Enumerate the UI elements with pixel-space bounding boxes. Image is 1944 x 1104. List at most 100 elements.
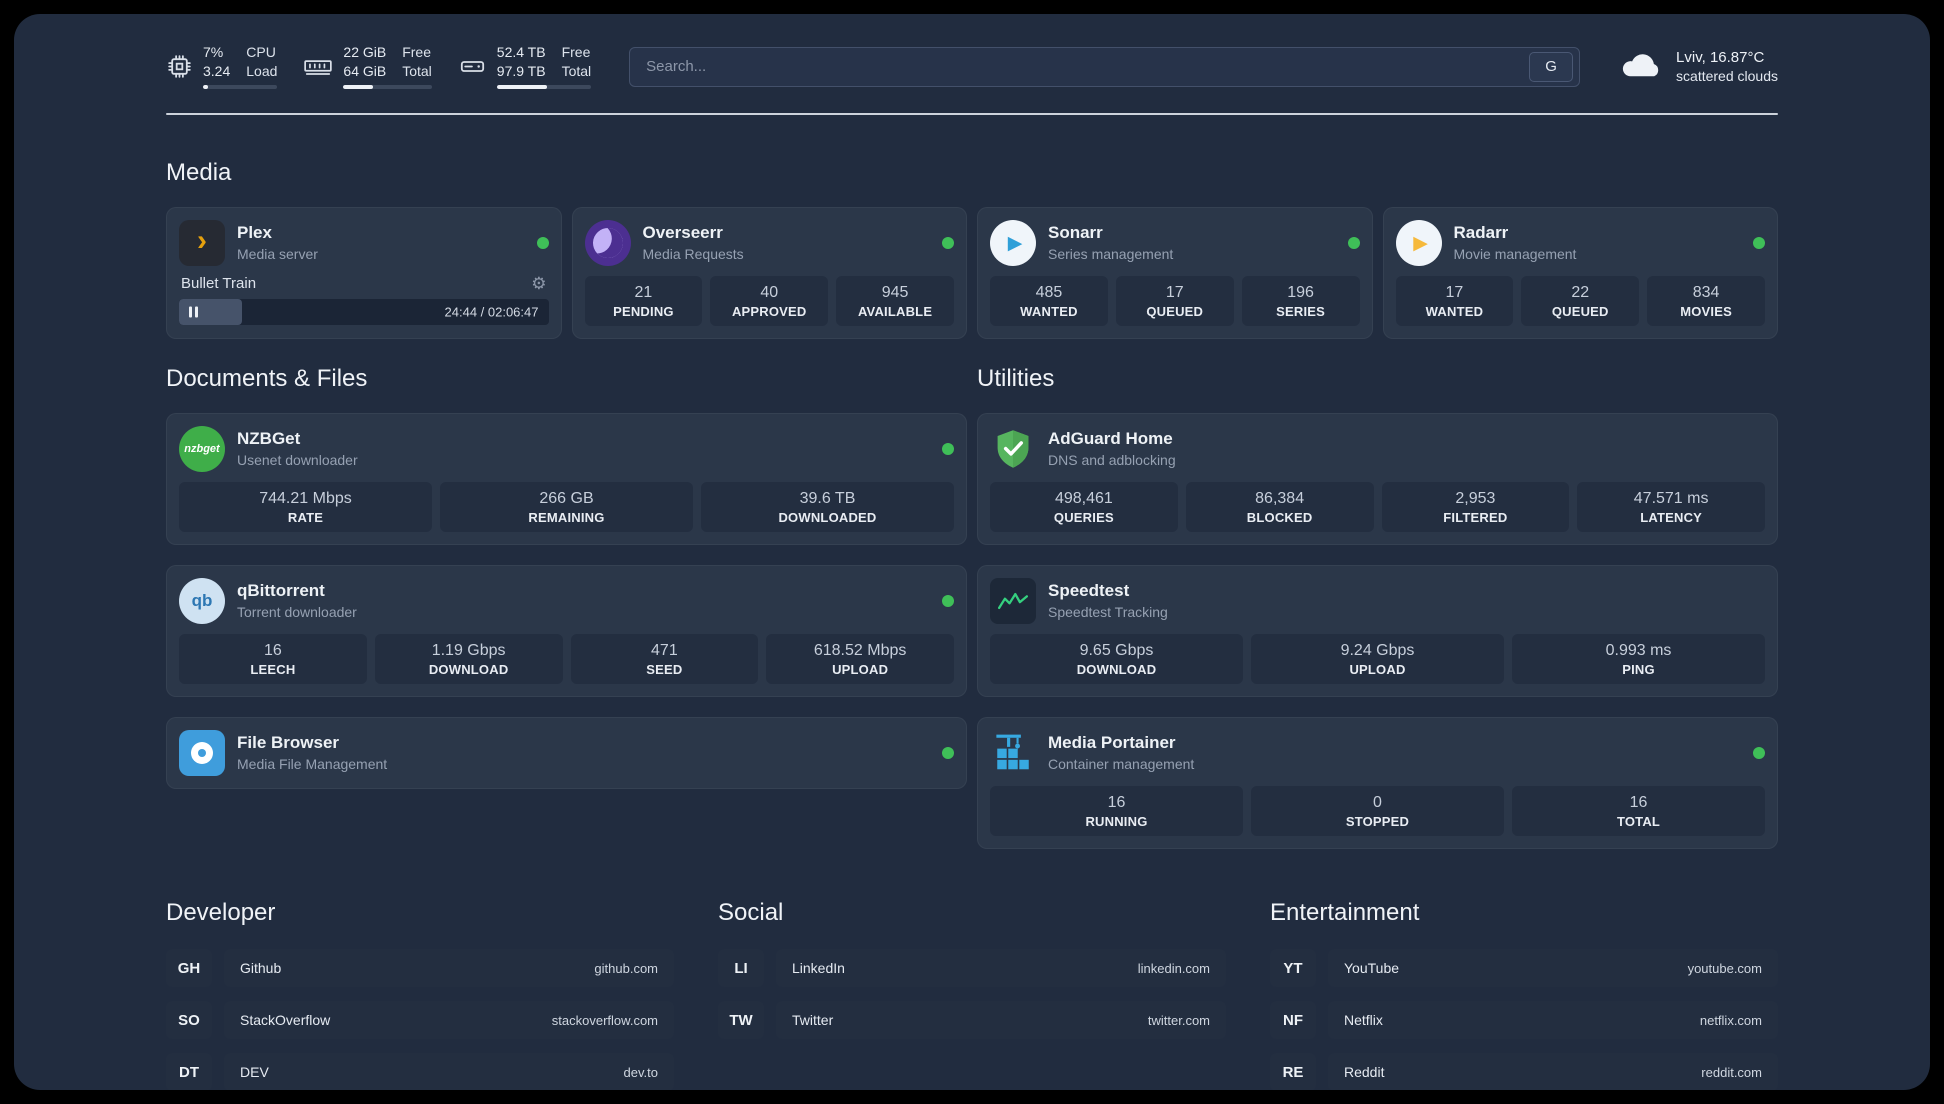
stat-tile: 0 STOPPED <box>1251 786 1504 836</box>
bookmark-url: reddit.com <box>1701 1064 1762 1080</box>
app-name: qBittorrent <box>237 581 325 601</box>
stat-label: PING <box>1622 662 1655 677</box>
utilities-section-title: Utilities <box>977 365 1055 392</box>
bookmark-youtube[interactable]: YT YouTube youtube.com <box>1270 949 1778 987</box>
linkedin-abbr-icon: LI <box>718 949 764 987</box>
stat-tile: 266 GB REMAINING <box>440 482 693 532</box>
ram-icon <box>303 53 333 80</box>
plex-card[interactable]: › Plex Media server Bullet Train ⚙ 24:44… <box>166 207 562 339</box>
speedtest-titles: Speedtest Speedtest Tracking <box>1048 581 1168 620</box>
nzbget-card[interactable]: nzbget NZBGet Usenet downloader 744.21 M… <box>166 413 967 545</box>
stat-value: 39.6 TB <box>799 490 856 507</box>
overseerr-header: Overseerr Media Requests <box>584 220 954 266</box>
youtube-abbr-icon: YT <box>1270 949 1316 987</box>
bookmark-strip: DEV dev.to <box>224 1053 674 1090</box>
portainer-crane-icon <box>990 730 1036 776</box>
stat-label: WANTED <box>1425 304 1484 319</box>
ram-total-label: Total <box>402 63 432 79</box>
stat-label: RATE <box>287 510 324 525</box>
entertainment-bookmarks: YT YouTube youtube.com NF Netflix netfli… <box>1270 949 1778 1090</box>
bookmark-name: Github <box>240 960 282 976</box>
disk-monitor: 52.4 TB 97.9 TB Free Total <box>458 44 592 89</box>
stat-tile: 744.21 Mbps RATE <box>179 482 432 532</box>
stat-value: 9.65 Gbps <box>1079 642 1154 659</box>
stat-value: 834 <box>1692 284 1720 301</box>
overseerr-card[interactable]: Overseerr Media Requests 21 PENDING 40 A… <box>571 207 967 339</box>
status-dot <box>942 747 954 759</box>
nzbget-stats: 744.21 Mbps RATE 266 GB REMAINING 39.6 T… <box>179 482 954 532</box>
media-section: Media › Plex Media server Bullet Train ⚙ <box>166 159 1778 339</box>
qbittorrent-card[interactable]: qb qBittorrent Torrent downloader 16 LEE… <box>166 565 967 697</box>
portainer-card[interactable]: Media Portainer Container management 16 … <box>977 717 1778 849</box>
app-name: Overseerr <box>642 223 723 243</box>
bookmark-url: github.com <box>594 960 658 976</box>
app-name: Radarr <box>1453 223 1509 243</box>
bookmark-twitter[interactable]: TW Twitter twitter.com <box>718 1001 1226 1039</box>
bookmark-strip: Twitter twitter.com <box>776 1001 1226 1039</box>
dev-abbr-icon: DT <box>166 1053 212 1090</box>
dashboard: 7% 3.24 CPU Load 22 GiB 64 GiB Free Tota… <box>14 14 1930 1090</box>
cpu-percent: 7% <box>203 44 224 60</box>
stat-tile: 9.65 Gbps DOWNLOAD <box>990 634 1243 684</box>
bookmark-name: Netflix <box>1344 1012 1383 1028</box>
bookmark-strip: YouTube youtube.com <box>1328 949 1778 987</box>
sonarr-header: ▶ Sonarr Series management <box>990 220 1360 266</box>
gear-icon[interactable]: ⚙ <box>531 275 546 292</box>
filebrowser-card[interactable]: File Browser Media File Management <box>166 717 967 789</box>
weather-widget: Lviv, 16.87°C scattered clouds <box>1618 47 1778 86</box>
stat-value: 0.993 ms <box>1605 642 1672 659</box>
filebrowser-icon <box>179 730 225 776</box>
app-name: NZBGet <box>237 429 301 449</box>
stat-value: 9.24 Gbps <box>1340 642 1415 659</box>
developer-section-title: Developer <box>166 899 276 926</box>
app-name: Plex <box>237 223 272 243</box>
status-dot <box>1753 237 1765 249</box>
sonarr-titles: Sonarr Series management <box>1048 223 1173 262</box>
bookmark-netflix[interactable]: NF Netflix netflix.com <box>1270 1001 1778 1039</box>
bookmark-github[interactable]: GH Github github.com <box>166 949 674 987</box>
search-input[interactable] <box>646 58 1530 75</box>
bookmark-url: twitter.com <box>1147 1012 1210 1028</box>
cpu-chip-icon <box>166 53 193 80</box>
playback-progress-bar[interactable]: 24:44 / 02:06:47 <box>179 299 549 325</box>
plex-now-playing: Bullet Train ⚙ 24:44 / 02:06:47 <box>179 275 549 325</box>
speedtest-graph-icon <box>990 578 1036 624</box>
media-section-title: Media <box>166 159 232 186</box>
speedtest-stats: 9.65 Gbps DOWNLOAD 9.24 Gbps UPLOAD 0.99… <box>990 634 1765 684</box>
pause-icon[interactable] <box>189 306 198 318</box>
status-dot <box>536 237 549 249</box>
sonarr-card[interactable]: ▶ Sonarr Series management 485 WANTED 17… <box>977 207 1373 339</box>
stat-label: DOWNLOAD <box>1076 662 1157 677</box>
app-subtitle: Media server <box>237 245 318 262</box>
app-subtitle: Series management <box>1048 245 1174 262</box>
search-bar[interactable]: G <box>629 46 1581 87</box>
portainer-stats: 16 RUNNING 0 STOPPED 16 TOTAL <box>990 786 1765 836</box>
ram-readout: 22 GiB 64 GiB Free Total <box>343 44 432 89</box>
overseerr-stats: 21 PENDING 40 APPROVED 945 AVAILABLE <box>584 276 954 326</box>
radarr-card[interactable]: ▶ Radarr Movie management 17 WANTED 22 Q… <box>1382 207 1778 339</box>
stat-tile: 945 AVAILABLE <box>836 276 954 326</box>
stat-value: 40 <box>760 284 779 301</box>
adguard-card[interactable]: AdGuard Home DNS and adblocking 498,461 … <box>977 413 1778 545</box>
adguard-header: AdGuard Home DNS and adblocking <box>990 426 1765 472</box>
stat-tile: 16 LEECH <box>179 634 367 684</box>
qbittorrent-titles: qBittorrent Torrent downloader <box>237 581 357 620</box>
utilities-section: Utilities AdGuard Home DNS and adblockin… <box>977 365 1778 849</box>
stat-tile: 618.52 Mbps UPLOAD <box>766 634 954 684</box>
middle-columns: Documents & Files nzbget NZBGet Usenet d… <box>166 365 1778 849</box>
stat-label: RUNNING <box>1085 814 1148 829</box>
bookmark-linkedin[interactable]: LI LinkedIn linkedin.com <box>718 949 1226 987</box>
bookmark-stackoverflow[interactable]: SO StackOverflow stackoverflow.com <box>166 1001 674 1039</box>
bookmark-reddit[interactable]: RE Reddit reddit.com <box>1270 1053 1778 1090</box>
adguard-shield-icon <box>990 426 1036 472</box>
stat-label: STOPPED <box>1345 814 1410 829</box>
bookmark-dev[interactable]: DT DEV dev.to <box>166 1053 674 1090</box>
ram-free-value: 22 GiB <box>343 44 387 60</box>
speedtest-card[interactable]: Speedtest Speedtest Tracking 9.65 Gbps D… <box>977 565 1778 697</box>
now-playing-title: Bullet Train <box>181 275 257 292</box>
search-engine-button[interactable]: G <box>1529 51 1574 82</box>
bookmark-url: linkedin.com <box>1137 960 1210 976</box>
status-dot <box>1347 237 1360 249</box>
stat-label: DOWNLOAD <box>428 662 509 677</box>
filebrowser-titles: File Browser Media File Management <box>237 733 387 772</box>
